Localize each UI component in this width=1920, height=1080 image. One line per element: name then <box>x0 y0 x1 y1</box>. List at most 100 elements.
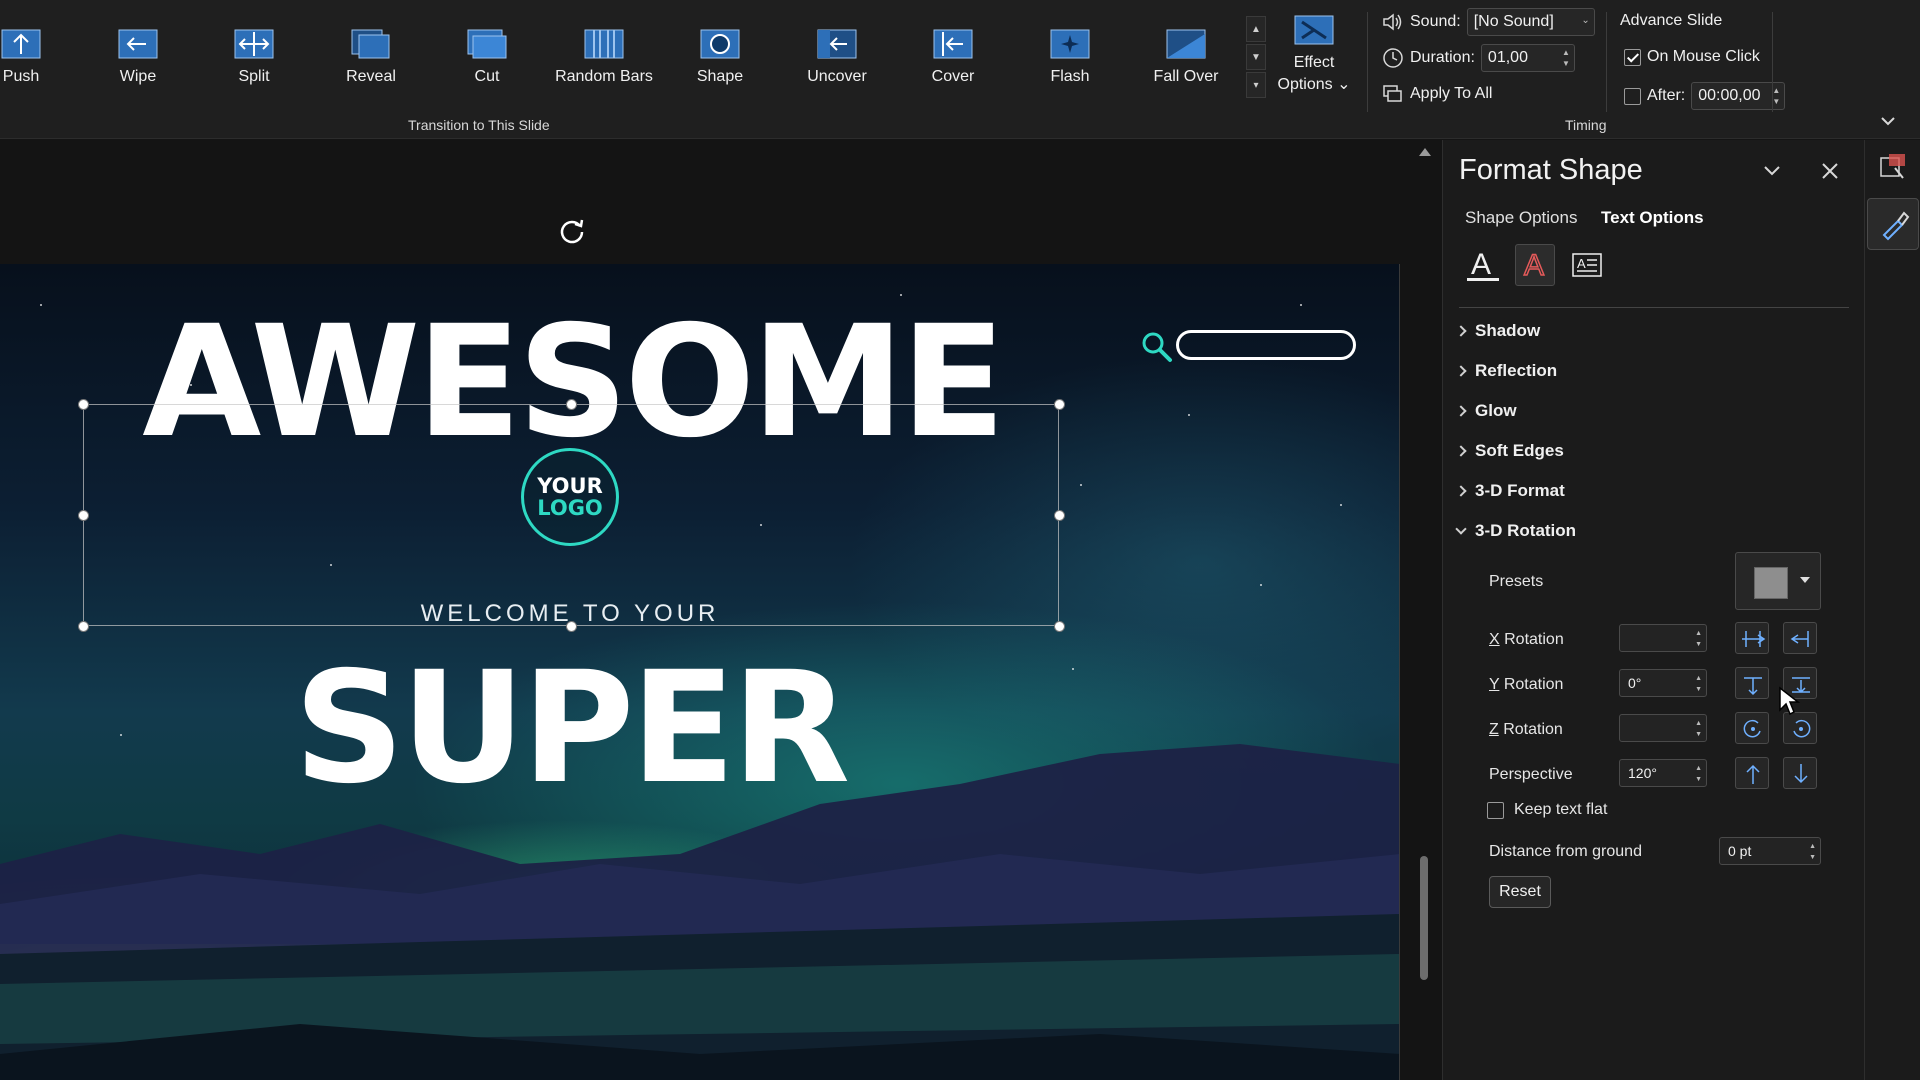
section-reflection[interactable]: Reflection <box>1455 361 1557 381</box>
transition-uncover[interactable]: Uncover <box>782 18 892 98</box>
sound-dropdown[interactable]: [No Sound] ⌄ <box>1466 8 1595 36</box>
spin-arrows-icon: ▲ ▼ <box>1695 765 1702 783</box>
distance-from-ground-spinner[interactable]: 0 pt ▲ ▼ <box>1719 837 1821 865</box>
chevron-right-icon <box>1455 445 1467 457</box>
z-rotation-spinner[interactable]: ▲ ▼ <box>1619 714 1707 742</box>
section-glow[interactable]: Glow <box>1455 401 1517 421</box>
perspective-spinner[interactable]: 120° ▲ ▼ <box>1619 759 1707 787</box>
rotate-up-button[interactable] <box>1735 667 1769 699</box>
resize-handle-e[interactable] <box>1054 510 1065 521</box>
apply-all-icon <box>1383 85 1402 102</box>
close-icon[interactable] <box>1817 158 1843 184</box>
rotate-right-button[interactable] <box>1783 622 1817 654</box>
pane-divider <box>1459 307 1849 308</box>
after-label: After: <box>1647 87 1686 104</box>
pane-title: Format Shape <box>1459 154 1643 186</box>
format-pane-toggle[interactable] <box>1867 198 1919 250</box>
spin-arrows-icon: ▲ ▼ <box>1695 630 1702 648</box>
section-3d-rotation[interactable]: 3-D Rotation <box>1455 521 1576 541</box>
effect-options-button[interactable]: Effect Options ⌄ <box>1272 14 1356 104</box>
gallery-down-button[interactable]: ▼ <box>1246 44 1266 70</box>
checkbox-checked[interactable] <box>1624 48 1641 66</box>
rotate-left-button[interactable] <box>1735 622 1769 654</box>
slide[interactable]: AWESOME YOUR LOGO WELCOME TO YOUR SUPER <box>0 264 1400 1080</box>
transition-flash[interactable]: Flash <box>1015 18 1125 98</box>
on-mouse-click-checkbox[interactable]: On Mouse Click <box>1624 48 1760 66</box>
transition-label: Split <box>238 68 270 85</box>
checkbox-unchecked[interactable] <box>1487 801 1504 819</box>
gallery-up-button[interactable]: ▲ <box>1246 16 1266 42</box>
duration-row: Duration: 01,00 ▲ ▼ <box>1382 44 1575 72</box>
transition-cover[interactable]: Cover <box>898 18 1008 98</box>
ribbon-separator <box>1772 12 1773 112</box>
resize-handle-se[interactable] <box>1054 621 1065 632</box>
text-effects-button[interactable]: A <box>1515 244 1555 286</box>
transition-label: Random Bars <box>555 68 653 85</box>
gallery-more-button[interactable]: ▾ <box>1246 72 1266 98</box>
chevron-right-icon <box>1455 485 1467 497</box>
on-mouse-click-label: On Mouse Click <box>1647 48 1760 65</box>
transition-push[interactable]: Push <box>0 18 76 98</box>
search-bar-graphic <box>1176 330 1356 360</box>
distance-from-ground-label: Distance from ground <box>1489 843 1642 860</box>
text-fill-outline-button[interactable]: A <box>1463 244 1503 286</box>
sound-value: [No Sound] <box>1473 13 1554 30</box>
chevron-right-icon <box>1455 405 1467 417</box>
duration-label: Duration: <box>1410 49 1475 66</box>
section-soft-edges[interactable]: Soft Edges <box>1455 441 1564 461</box>
transition-cut[interactable]: Cut <box>432 18 542 98</box>
ribbon: Push Wipe Split Reveal Cut Random Bars S… <box>0 0 1920 139</box>
presets-label: Presets <box>1489 573 1544 590</box>
x-rotation-spinner[interactable]: ▲ ▼ <box>1619 624 1707 652</box>
resize-handle-nw[interactable] <box>78 399 89 410</box>
rotate-handle-icon[interactable] <box>556 214 588 246</box>
after-checkbox[interactable] <box>1624 87 1641 105</box>
reset-button[interactable]: Reset <box>1489 876 1551 908</box>
section-3d-format[interactable]: 3-D Format <box>1455 481 1565 501</box>
transition-gallery-scroller: ▲ ▼ ▾ <box>1246 16 1266 98</box>
slide-editing-canvas[interactable]: AWESOME YOUR LOGO WELCOME TO YOUR SUPER <box>0 140 1440 1080</box>
scrollbar-thumb[interactable] <box>1420 856 1428 980</box>
resize-handle-w[interactable] <box>78 510 89 521</box>
tab-text-options[interactable]: Text Options <box>1601 208 1704 228</box>
rotate-counterclockwise-button[interactable] <box>1735 712 1769 744</box>
pane-options-chevron-icon[interactable] <box>1759 158 1785 184</box>
perspective-increase-button[interactable] <box>1735 757 1769 789</box>
perspective-decrease-button[interactable] <box>1783 757 1817 789</box>
z-rotation-label: Z Rotation <box>1489 721 1563 738</box>
uncover-icon <box>817 29 857 59</box>
collapse-ribbon-icon[interactable] <box>1876 110 1900 132</box>
scroll-up-arrow-icon[interactable] <box>1419 148 1431 156</box>
transition-label: Cut <box>474 68 500 85</box>
resize-handle-n[interactable] <box>566 399 577 410</box>
cover-icon <box>933 29 973 59</box>
y-rotation-spinner[interactable]: 0° ▲ ▼ <box>1619 669 1707 697</box>
rotate-clockwise-button[interactable] <box>1783 712 1817 744</box>
duration-value: 01,00 <box>1487 49 1528 66</box>
transition-label: Uncover <box>807 68 867 85</box>
transition-split[interactable]: Split <box>199 18 309 98</box>
textbox-button[interactable]: A <box>1567 244 1607 286</box>
apply-to-all-button[interactable]: Apply To All <box>1382 84 1492 104</box>
selection-pane-icon[interactable] <box>1875 150 1911 186</box>
text-effects-icon: A <box>1523 248 1545 283</box>
keep-text-flat-checkbox[interactable]: Keep text flat <box>1487 801 1607 819</box>
transition-fall-over[interactable]: Fall Over <box>1131 18 1241 98</box>
transition-wipe[interactable]: Wipe <box>83 18 193 98</box>
resize-handle-sw[interactable] <box>78 621 89 632</box>
slide-title-super[interactable]: SUPER <box>200 644 940 814</box>
sound-row: Sound: [No Sound] ⌄ <box>1382 8 1595 36</box>
duration-spinner[interactable]: 01,00 ▲ ▼ <box>1480 44 1575 72</box>
transition-shape[interactable]: Shape <box>665 18 775 98</box>
presets-dropdown[interactable] <box>1735 552 1821 610</box>
transition-random-bars[interactable]: Random Bars <box>549 18 659 98</box>
section-shadow[interactable]: Shadow <box>1455 321 1540 341</box>
reveal-icon <box>351 29 390 59</box>
resize-handle-s[interactable] <box>566 621 577 632</box>
tab-shape-options[interactable]: Shape Options <box>1465 208 1577 228</box>
rotate-left-icon <box>1742 631 1766 647</box>
canvas-vertical-scrollbar[interactable] <box>1414 140 1434 1080</box>
transition-reveal[interactable]: Reveal <box>316 18 426 98</box>
speaker-icon <box>1383 13 1402 31</box>
resize-handle-ne[interactable] <box>1054 399 1065 410</box>
